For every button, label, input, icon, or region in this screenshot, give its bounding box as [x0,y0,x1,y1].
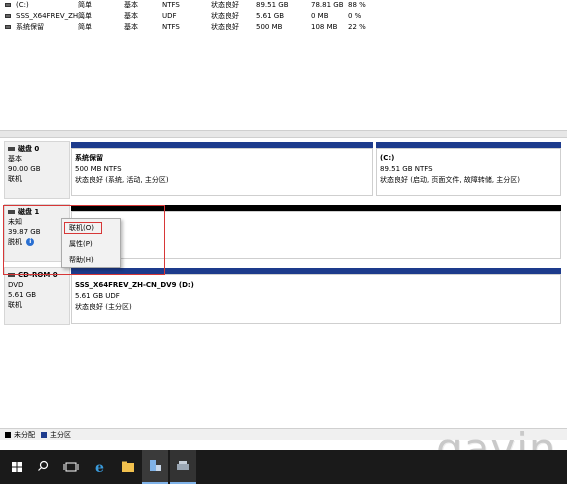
cdrom-0-state: 联机 [8,301,22,309]
volume-fs: NTFS [162,1,180,9]
menu-item-properties-label: 属性(P) [69,240,93,248]
partition-name: (C:) [380,154,395,162]
partition-d[interactable]: SSS_X64FREV_ZH-CN_DV9 (D:) 5.61 GB UDF 状… [71,274,561,324]
task-view-button[interactable] [58,450,84,484]
taskbar-disk-management[interactable] [170,450,196,484]
online-highlight [64,222,102,234]
partition-size: 5.61 GB UDF [75,292,120,300]
svg-text:e: e [95,460,104,476]
disk-0-type: 基本 [8,155,22,163]
volume-type: 基本 [124,23,138,31]
drive-icon [5,3,11,7]
legend-primary-swatch [41,432,47,438]
taskbar-file-explorer[interactable] [115,450,141,484]
volume-pct: 88 % [348,1,366,9]
volume-list: (C:) 简单 基本 NTFS 状态良好 89.51 GB 78.81 GB 8… [0,0,567,130]
taskbar: e [0,450,567,484]
volume-type: 基本 [124,12,138,20]
volume-fs: UDF [162,12,177,20]
disk-map: 磁盘 0 基本 90.00 GB 联机 系统保留 500 MB NTFS 状态良… [0,138,567,428]
start-button[interactable] [4,450,30,484]
volume-pct: 22 % [348,23,366,31]
menu-item-help[interactable]: 帮助(H) [66,254,116,266]
volume-layout: 简单 [78,1,92,9]
disk-0-label[interactable]: 磁盘 0 基本 90.00 GB 联机 [4,141,70,199]
context-menu: 联机(O) 属性(P) 帮助(H) [61,218,121,268]
disk-0-title-row: 磁盘 0 [8,145,39,153]
volume-free: 78.81 GB [311,1,344,9]
volume-pct: 0 % [348,12,362,20]
folder-icon [122,461,134,472]
cdrom-0-label[interactable]: CD-ROM 0 DVD 5.61 GB 联机 [4,267,70,325]
disk-0-size: 90.00 GB [8,165,41,173]
partition-name: 系统保留 [75,154,103,162]
server-manager-icon [150,460,161,471]
volume-capacity: 89.51 GB [256,1,289,9]
partition-size: 500 MB NTFS [75,165,122,173]
internet-explorer-icon: e [95,460,104,476]
menu-item-properties[interactable]: 属性(P) [66,238,116,250]
cdrom-0-type: DVD [8,281,24,289]
legend-unallocated: 未分配 [14,431,35,439]
pane-splitter[interactable] [0,130,567,138]
volume-status: 状态良好 [211,1,239,9]
cdrom-0-size: 5.61 GB [8,291,37,299]
partition-status: 状态良好 (启动, 页面文件, 故障转储, 主分区) [380,176,521,184]
disk-0-title: 磁盘 0 [18,145,40,153]
legend-primary: 主分区 [50,431,71,439]
volume-free: 108 MB [311,23,338,31]
menu-item-help-label: 帮助(H) [69,256,94,264]
volume-capacity: 5.61 GB [256,12,285,20]
volume-capacity: 500 MB [256,23,283,31]
volume-row[interactable]: 系统保留 简单 基本 NTFS 状态良好 500 MB 108 MB 22 % [0,22,567,33]
partition-status: 状态良好 (系统, 活动, 主分区) [75,176,169,184]
taskbar-ie[interactable]: e [87,450,113,484]
windows-logo-icon [12,462,22,472]
task-view-icon [63,462,79,472]
volume-status: 状态良好 [211,12,239,20]
volume-name: (C:) [16,1,29,9]
disk-0-state: 联机 [8,175,22,183]
volume-status: 状态良好 [211,23,239,31]
partition-size: 89.51 GB NTFS [380,165,433,173]
volume-row[interactable]: SSS_X64FREV_ZH... 简单 基本 UDF 状态良好 5.61 GB… [0,11,567,22]
taskbar-server-manager[interactable] [142,450,168,484]
partition-c[interactable]: (C:) 89.51 GB NTFS 状态良好 (启动, 页面文件, 故障转储,… [376,148,561,196]
drive-icon [5,14,11,18]
search-button[interactable] [30,450,56,484]
volume-free: 0 MB [311,12,329,20]
volume-type: 基本 [124,1,138,9]
disk-management-icon [177,461,189,470]
partition-status: 状态良好 (主分区) [75,303,132,311]
drive-icon [5,25,11,29]
volume-row[interactable]: (C:) 简单 基本 NTFS 状态良好 89.51 GB 78.81 GB 8… [0,0,567,11]
partition-name: SSS_X64FREV_ZH-CN_DV9 (D:) [75,281,194,289]
volume-layout: 简单 [78,12,92,20]
search-icon [38,460,49,471]
volume-fs: NTFS [162,23,180,31]
volume-name: 系统保留 [16,23,44,31]
disk-icon [8,147,15,151]
volume-name: SSS_X64FREV_ZH... [16,12,85,20]
volume-layout: 简单 [78,23,92,31]
legend-unallocated-swatch [5,432,11,438]
partition-system-reserved[interactable]: 系统保留 500 MB NTFS 状态良好 (系统, 活动, 主分区) [71,148,373,196]
